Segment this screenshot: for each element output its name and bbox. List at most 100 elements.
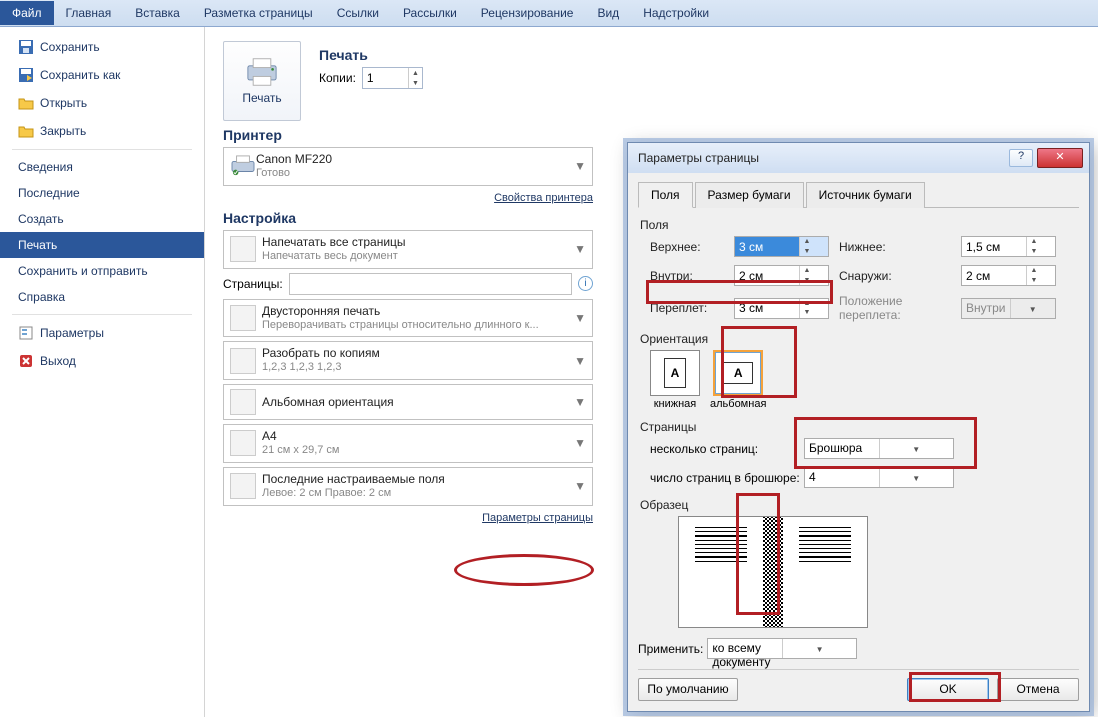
close-file-icon <box>18 123 34 139</box>
ribbon-tab-mail[interactable]: Рассылки <box>391 1 469 25</box>
tab-source[interactable]: Источник бумаги <box>806 182 925 208</box>
tab-paper[interactable]: Размер бумаги <box>695 182 804 208</box>
orientation-icon <box>230 389 256 415</box>
sidebar-label: Сохранить как <box>40 68 120 82</box>
apply-to-label: Применить: <box>638 642 703 656</box>
chevron-down-icon: ▼ <box>570 159 586 173</box>
ribbon-tab-view[interactable]: Вид <box>585 1 631 25</box>
combo-sub: 1,2,3 1,2,3 1,2,3 <box>262 361 570 375</box>
dialog-title: Параметры страницы <box>638 151 1009 165</box>
group-orientation: Ориентация <box>640 332 1079 346</box>
chevron-down-icon: ▼ <box>570 395 586 409</box>
gutter-pos-select: Внутри▼ <box>961 298 1056 319</box>
print-title: Печать <box>319 47 423 63</box>
orientation-portrait[interactable]: A книжная <box>650 350 700 410</box>
orientation-landscape[interactable]: A альбомная <box>710 350 766 410</box>
ribbon-tab-file[interactable]: Файл <box>0 1 54 25</box>
margins-combo[interactable]: Последние настраиваемые поля Левое: 2 см… <box>223 467 593 506</box>
combo-main: Напечатать все страницы <box>262 235 570 250</box>
ribbon-tab-refs[interactable]: Ссылки <box>325 1 391 25</box>
backstage-sidebar: Сохранить Сохранить как Открыть Закрыть … <box>0 27 205 717</box>
close-button[interactable]: ✕ <box>1037 148 1083 168</box>
dialog-titlebar[interactable]: Параметры страницы ? ✕ <box>628 143 1089 173</box>
ribbon-tab-insert[interactable]: Вставка <box>123 1 192 25</box>
label-top: Верхнее: <box>650 240 724 254</box>
chevron-down-icon: ▼ <box>570 354 586 368</box>
orientation-portrait-label: книжная <box>654 398 697 410</box>
sidebar-item-share[interactable]: Сохранить и отправить <box>0 258 204 284</box>
options-icon <box>18 325 34 341</box>
ribbon-tab-addins[interactable]: Надстройки <box>631 1 721 25</box>
sidebar-item-recent[interactable]: Последние <box>0 180 204 206</box>
help-button[interactable]: ? <box>1009 149 1033 167</box>
label-gutter: Переплет: <box>650 301 724 315</box>
sidebar-item-save-as[interactable]: Сохранить как <box>0 61 204 89</box>
sidebar-item-save[interactable]: Сохранить <box>0 33 204 61</box>
margin-outside-spinner[interactable]: ▲▼ <box>961 265 1056 286</box>
printer-name: Canon MF220 <box>256 152 570 167</box>
sidebar-label: Создать <box>18 212 64 226</box>
copies-spinner[interactable]: ▲▼ <box>362 67 423 89</box>
cancel-button[interactable]: Отмена <box>997 678 1079 701</box>
sidebar-item-close-doc[interactable]: Закрыть <box>0 117 204 145</box>
default-button[interactable]: По умолчанию <box>638 678 738 701</box>
page-setup-link[interactable]: Параметры страницы <box>482 512 593 524</box>
ribbon-tab-home[interactable]: Главная <box>54 1 124 25</box>
paper-size-combo[interactable]: A4 21 см x 29,7 см ▼ <box>223 424 593 463</box>
sidebar-item-exit[interactable]: Выход <box>0 347 204 375</box>
collate-icon <box>230 348 256 374</box>
orientation-combo[interactable]: Альбомная ориентация ▼ <box>223 384 593 420</box>
sidebar-label: Сведения <box>18 160 73 174</box>
sidebar-item-options[interactable]: Параметры <box>0 319 204 347</box>
chevron-down-icon: ▼ <box>570 436 586 450</box>
multi-pages-select[interactable]: Брошюра▼ <box>804 438 954 459</box>
page-setup-dialog: Параметры страницы ? ✕ Поля Размер бумаг… <box>627 142 1090 712</box>
pages-label: Страницы: <box>223 277 283 291</box>
sidebar-label: Закрыть <box>40 124 86 138</box>
info-icon[interactable]: i <box>578 276 593 291</box>
sidebar-label: Выход <box>40 354 76 368</box>
group-margins: Поля <box>640 218 1079 232</box>
tab-margins[interactable]: Поля <box>638 182 693 208</box>
sidebar-item-new[interactable]: Создать <box>0 206 204 232</box>
printer-properties-link[interactable]: Свойства принтера <box>494 192 593 204</box>
combo-sub: 21 см x 29,7 см <box>262 444 570 458</box>
ok-button[interactable]: OK <box>907 678 989 701</box>
print-what-combo[interactable]: Напечатать все страницы Напечатать весь … <box>223 230 593 269</box>
sidebar-label: Справка <box>18 290 65 304</box>
margin-top-spinner[interactable]: ▲▼ <box>734 236 829 257</box>
pages-input[interactable] <box>289 273 572 295</box>
printer-heading: Принтер <box>223 127 1080 143</box>
label-gutter-pos: Положение переплета: <box>839 294 951 322</box>
combo-main: Последние настраиваемые поля <box>262 472 570 487</box>
booklet-sheets-select[interactable]: 4▼ <box>804 467 954 488</box>
gutter-spinner[interactable]: ▲▼ <box>734 298 829 319</box>
save-icon <box>18 39 34 55</box>
print-button[interactable]: Печать <box>223 41 301 121</box>
copies-input[interactable] <box>363 68 408 88</box>
duplex-combo[interactable]: Двусторонняя печать Переворачивать стран… <box>223 299 593 338</box>
group-preview: Образец <box>640 498 1079 512</box>
orientation-landscape-label: альбомная <box>710 398 766 410</box>
sidebar-item-help[interactable]: Справка <box>0 284 204 310</box>
sidebar-label: Последние <box>18 186 80 200</box>
apply-to-select[interactable]: ко всему документу▼ <box>707 638 857 659</box>
collate-combo[interactable]: Разобрать по копиям 1,2,3 1,2,3 1,2,3 ▼ <box>223 341 593 380</box>
pages-icon <box>230 236 256 262</box>
sidebar-item-info[interactable]: Сведения <box>0 154 204 180</box>
save-as-icon <box>18 67 34 83</box>
ribbon-tab-review[interactable]: Рецензирование <box>469 1 586 25</box>
margins-preview <box>678 516 868 628</box>
sidebar-item-open[interactable]: Открыть <box>0 89 204 117</box>
margin-bottom-spinner[interactable]: ▲▼ <box>961 236 1056 257</box>
ribbon-tab-layout[interactable]: Разметка страницы <box>192 1 325 25</box>
duplex-icon <box>230 305 256 331</box>
printer-combo[interactable]: Canon MF220 Готово ▼ <box>223 147 593 186</box>
margin-inside-spinner[interactable]: ▲▼ <box>734 265 829 286</box>
print-button-label: Печать <box>242 91 281 105</box>
dialog-tabs: Поля Размер бумаги Источник бумаги <box>638 181 1079 208</box>
chevron-down-icon: ▼ <box>570 479 586 493</box>
sidebar-item-print[interactable]: Печать <box>0 232 204 258</box>
combo-main: Двусторонняя печать <box>262 304 570 319</box>
printer-icon <box>230 155 256 177</box>
